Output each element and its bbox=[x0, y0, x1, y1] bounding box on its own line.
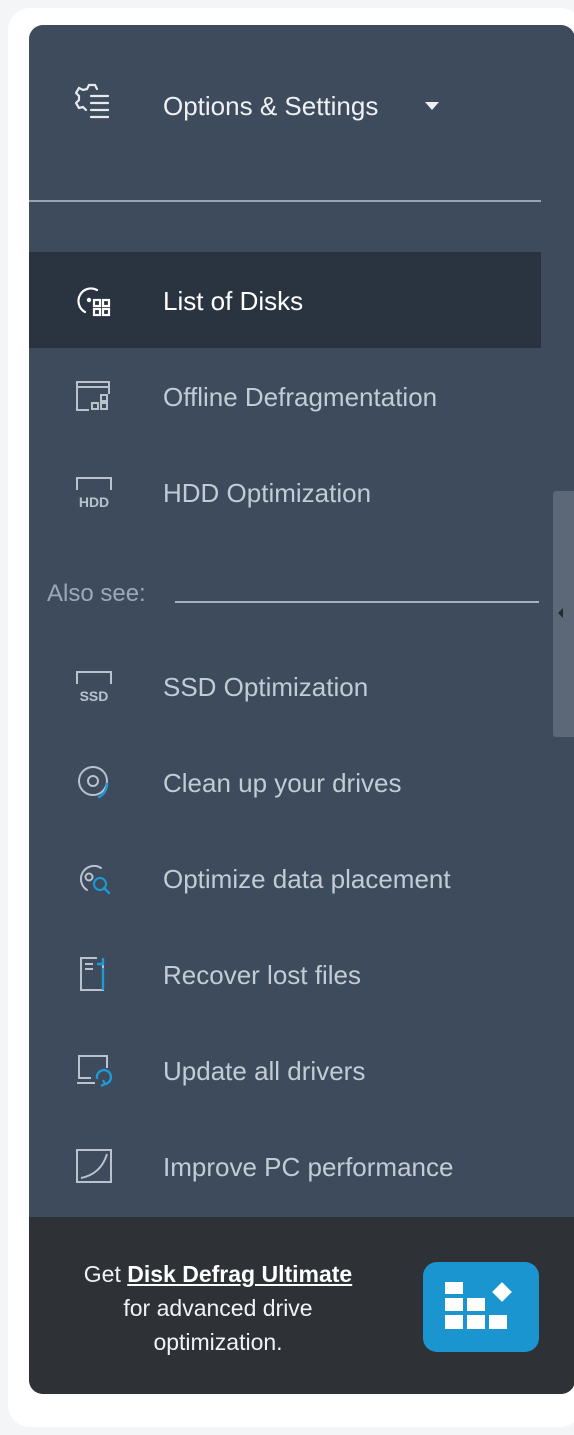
nav-item-hdd-optimization[interactable]: HDD HDD Optimization bbox=[29, 444, 541, 540]
nav-item-label: List of Disks bbox=[163, 286, 304, 316]
offline-defrag-icon bbox=[73, 376, 115, 416]
sidebar-panel: Options & Settings List of Disks Offline… bbox=[29, 25, 574, 1394]
nav-item-label: Clean up your drives bbox=[163, 768, 402, 798]
nav-item-label: Improve PC performance bbox=[163, 1152, 454, 1182]
nav-item-offline-defragmentation[interactable]: Offline Defragmentation bbox=[29, 348, 541, 444]
promo-prefix: Get bbox=[83, 1261, 128, 1287]
svg-text:HDD: HDD bbox=[79, 494, 109, 510]
nav-item-clean-up-drives[interactable]: Clean up your drives bbox=[29, 734, 541, 830]
disk-search-icon bbox=[73, 858, 115, 898]
nav-item-label: Optimize data placement bbox=[163, 864, 451, 894]
svg-text:SSD: SSD bbox=[80, 688, 109, 704]
disk-defrag-ultimate-link[interactable]: Disk Defrag Ultimate bbox=[127, 1261, 352, 1287]
collapse-arrow-icon bbox=[558, 608, 563, 618]
disk-defrag-ultimate-icon[interactable] bbox=[423, 1262, 539, 1352]
promo-text: Get Disk Defrag Ultimate for advanced dr… bbox=[77, 1257, 359, 1359]
settings-list-icon bbox=[75, 83, 111, 125]
divider bbox=[175, 601, 539, 603]
nav-item-recover-lost-files[interactable]: Recover lost files bbox=[29, 926, 541, 1022]
options-settings-dropdown[interactable]: Options & Settings bbox=[29, 25, 574, 201]
driver-update-icon bbox=[73, 1050, 115, 1090]
performance-icon bbox=[73, 1146, 115, 1186]
nav-item-label: Recover lost files bbox=[163, 960, 361, 990]
nav-item-label: SSD Optimization bbox=[163, 672, 369, 702]
nav-item-update-all-drivers[interactable]: Update all drivers bbox=[29, 1022, 541, 1118]
options-settings-label: Options & Settings bbox=[163, 91, 379, 121]
disk-list-icon bbox=[73, 280, 115, 320]
file-recover-icon bbox=[73, 954, 115, 994]
nav-item-label: Offline Defragmentation bbox=[163, 382, 438, 412]
caret-down-icon bbox=[425, 102, 439, 110]
ssd-icon: SSD bbox=[73, 666, 115, 706]
nav-item-optimize-data-placement[interactable]: Optimize data placement bbox=[29, 830, 541, 926]
nav-item-label: HDD Optimization bbox=[163, 478, 372, 508]
collapse-panel-handle[interactable] bbox=[553, 491, 574, 737]
hdd-icon: HDD bbox=[73, 472, 115, 512]
nav-item-list-of-disks[interactable]: List of Disks bbox=[29, 252, 541, 348]
also-see-label: Also see: bbox=[47, 580, 146, 607]
divider bbox=[29, 200, 541, 202]
nav-item-label: Update all drivers bbox=[163, 1056, 366, 1086]
promo-suffix: for advanced drive optimization. bbox=[123, 1295, 313, 1355]
disc-icon bbox=[73, 762, 115, 802]
nav-item-improve-pc-performance[interactable]: Improve PC performance bbox=[29, 1118, 541, 1214]
promo-banner: Get Disk Defrag Ultimate for advanced dr… bbox=[29, 1217, 574, 1394]
nav-item-ssd-optimization[interactable]: SSD SSD Optimization bbox=[29, 638, 541, 734]
